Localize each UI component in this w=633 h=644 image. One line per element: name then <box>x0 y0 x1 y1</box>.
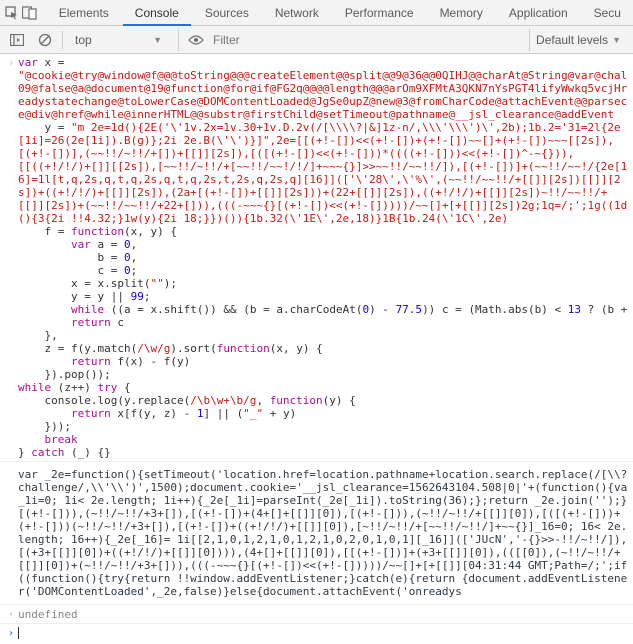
undefined-literal: undefined <box>18 608 629 621</box>
filter-box[interactable] <box>213 33 523 47</box>
inspect-icon[interactable] <box>4 2 20 24</box>
tab-memory[interactable]: Memory <box>428 0 495 26</box>
tab-elements[interactable]: Elements <box>47 0 121 26</box>
text-cursor <box>18 627 19 639</box>
console-prompt[interactable]: › <box>0 624 633 642</box>
tab-application[interactable]: Application <box>497 0 580 26</box>
chevron-down-icon: ▼ <box>612 35 621 45</box>
console-return-value: ‹ undefined <box>0 605 633 624</box>
tab-performance[interactable]: Performance <box>333 0 426 26</box>
input-marker-icon: › <box>4 56 18 70</box>
sidebar-toggle-icon[interactable] <box>6 29 28 51</box>
clear-console-icon[interactable] <box>34 29 56 51</box>
code-block[interactable]: var x = "@cookie@try@window@f@@@toString… <box>18 56 629 459</box>
chevron-down-icon: ▼ <box>153 35 162 45</box>
devtools-tabbar: Elements Console Sources Network Perform… <box>0 0 633 26</box>
tab-console[interactable]: Console <box>123 0 191 26</box>
filter-input[interactable] <box>213 33 523 47</box>
tab-security-truncated[interactable]: Secu <box>582 0 633 26</box>
tab-network[interactable]: Network <box>263 0 331 26</box>
output-marker-icon: ‹ <box>4 607 18 621</box>
device-toggle-icon[interactable] <box>22 2 38 24</box>
tab-sources[interactable]: Sources <box>193 0 261 26</box>
console-log-output: var _2e=function(){setTimeout('location.… <box>0 461 633 605</box>
log-levels-selector[interactable]: Default levels ▼ <box>529 29 627 51</box>
console-toolbar: top ▼ Default levels ▼ <box>0 26 633 54</box>
context-selector[interactable]: top ▼ <box>69 29 179 51</box>
console-output: › var x = "@cookie@try@window@f@@@toStri… <box>0 54 633 644</box>
console-input-entry: › var x = "@cookie@try@window@f@@@toStri… <box>0 56 633 461</box>
eye-icon[interactable] <box>185 29 207 51</box>
prompt-marker-icon: › <box>4 626 18 640</box>
context-label: top <box>75 33 92 47</box>
levels-label: Default levels <box>536 33 608 47</box>
